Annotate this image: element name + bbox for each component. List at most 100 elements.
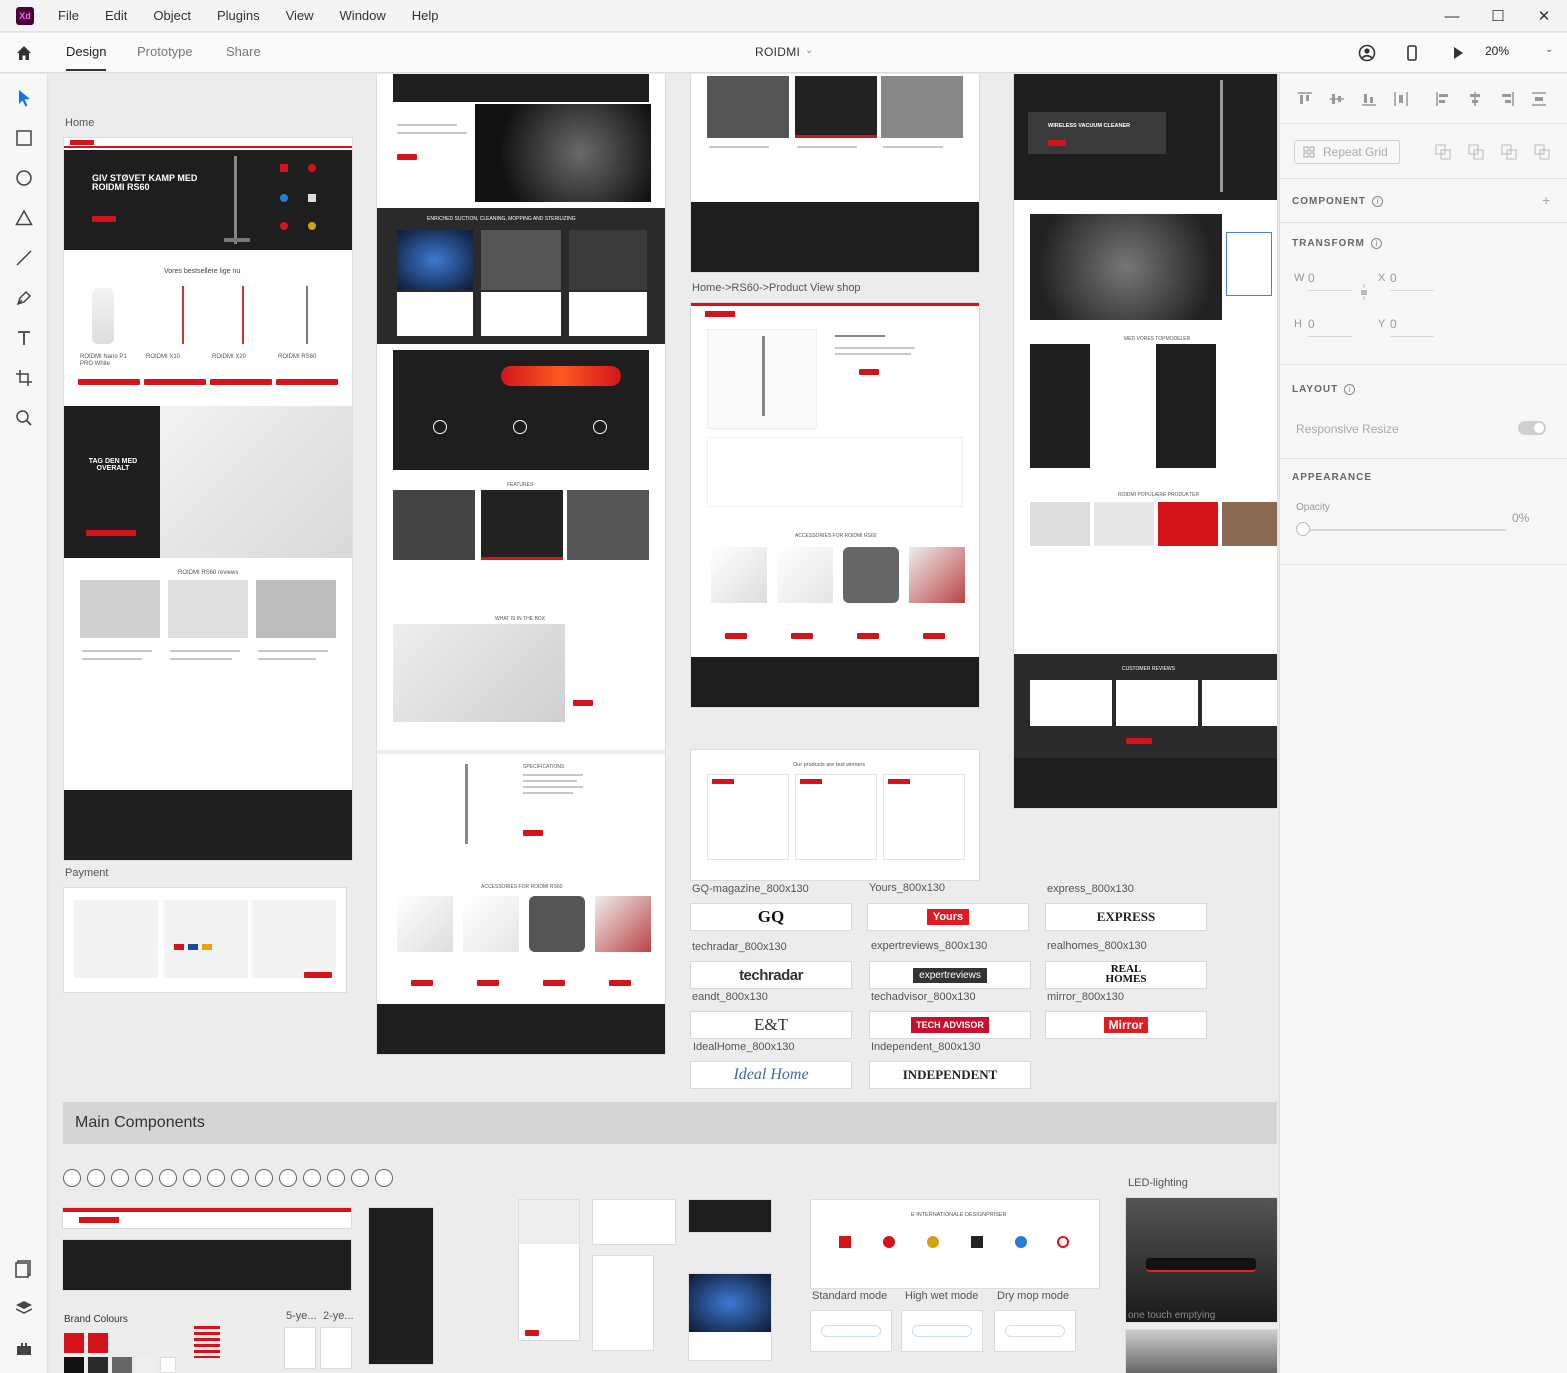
mobile-footer-component[interactable] [369,1208,433,1364]
user-icon[interactable] [1357,43,1377,63]
menu-file[interactable]: File [58,8,79,23]
led-lighting-image[interactable]: one touch emptying [1126,1198,1277,1322]
logo-label[interactable]: Yours_800x130 [869,882,945,894]
mode-label[interactable]: Dry mop mode [997,1290,1069,1302]
align-right-icon[interactable] [1498,90,1516,108]
distribute-horizontal-icon[interactable] [1530,90,1548,108]
feature-icon[interactable] [159,1169,177,1187]
ellipse-tool-icon[interactable] [12,166,36,190]
logo-techradar[interactable]: techradar [691,962,851,988]
colour-swatch-dark[interactable] [88,1357,108,1373]
footer-component[interactable] [63,1240,351,1290]
height-input[interactable]: 0 [1308,317,1315,331]
document-title[interactable]: ROIDMI [755,45,800,59]
feature-icon[interactable] [255,1169,273,1187]
warranty-label[interactable]: 5-ye... [286,1310,317,1322]
feature-icon[interactable] [183,1169,201,1187]
menu-object[interactable]: Object [153,8,191,23]
logo-techadvisor[interactable]: TECH ADVISOR [870,1012,1030,1038]
logo-express[interactable]: EXPRESS [1046,904,1206,930]
logo-eandt[interactable]: E&T [691,1012,851,1038]
mode-high-wet[interactable] [902,1311,982,1351]
feature-icon[interactable] [135,1169,153,1187]
feature-icon[interactable] [375,1169,393,1187]
logo-label[interactable]: techadvisor_800x130 [871,991,976,1003]
line-tool-icon[interactable] [12,246,36,270]
menu-help[interactable]: Help [412,8,439,23]
artboard-homepage-variant[interactable]: WIRELESS VACUUM CLEANER MED VORES TOPMOD… [1014,74,1277,808]
logo-label[interactable]: realhomes_800x130 [1047,940,1147,952]
colour-swatch-red[interactable] [88,1333,108,1353]
mode-label[interactable]: Standard mode [812,1290,887,1302]
plugins-icon[interactable] [12,1336,36,1360]
boolean-exclude-icon[interactable] [1534,144,1550,160]
logo-label[interactable]: expertreviews_800x130 [871,940,987,952]
menu-window[interactable]: Window [340,8,386,23]
artboard-label-payment[interactable]: Payment [65,867,108,879]
logo-idealhome[interactable]: Ideal Home [691,1062,851,1088]
logo-realhomes[interactable]: REAL HOMES [1046,962,1206,988]
chevron-down-icon[interactable]: ⌄ [805,45,813,56]
design-awards-component[interactable]: E INTERNATIONALE DESIGNPRISER [811,1200,1099,1288]
tab-prototype[interactable]: Prototype [137,44,193,59]
artboard-product-gallery[interactable] [691,74,979,272]
feature-icon[interactable] [207,1169,225,1187]
logo-label[interactable]: IdealHome_800x130 [693,1041,795,1053]
gallery-component[interactable] [689,1200,771,1232]
colour-swatch-grey[interactable] [112,1357,132,1373]
zoom-level[interactable]: 20% [1485,44,1509,58]
warranty-badge[interactable] [285,1328,315,1368]
info-icon[interactable]: i [1372,196,1383,207]
menu-plugins[interactable]: Plugins [217,8,260,23]
menu-edit[interactable]: Edit [105,8,127,23]
align-center-icon[interactable] [1466,90,1484,108]
colour-swatch-black[interactable] [64,1357,84,1373]
boolean-subtract-icon[interactable] [1468,144,1484,160]
opacity-slider-handle[interactable] [1296,522,1310,536]
rating-bars-component[interactable] [194,1326,220,1358]
artboard-label-home[interactable]: Home [65,117,94,129]
design-canvas[interactable]: Home GIV STØVET KAMP MED ROIDMI RS60 Vor… [49,74,1278,1373]
colour-swatch-light[interactable] [136,1357,156,1373]
responsive-resize-toggle[interactable] [1518,421,1546,435]
colour-swatch-red[interactable] [64,1333,84,1353]
info-icon[interactable]: i [1344,384,1356,395]
zoom-tool-icon[interactable] [12,406,36,430]
align-left-icon[interactable] [1434,90,1452,108]
zoom-chevron-icon[interactable]: ⌄ [1545,44,1553,55]
device-preview-icon[interactable] [1402,43,1422,63]
logo-label[interactable]: techradar_800x130 [692,941,787,953]
opacity-value[interactable]: 0% [1512,511,1529,525]
play-icon[interactable] [1448,43,1468,63]
logo-mirror[interactable]: Mirror [1046,1012,1206,1038]
opacity-slider-track[interactable] [1300,529,1506,531]
artboard-tool-icon[interactable] [12,366,36,390]
maximize-button[interactable]: ☐ [1475,0,1521,32]
feature-card-component[interactable] [689,1274,771,1360]
feature-icon[interactable] [63,1169,81,1187]
feature-icon[interactable] [87,1169,105,1187]
accessory-card-component[interactable] [593,1256,653,1350]
main-components-section[interactable]: Main Components [63,1102,1277,1144]
boolean-add-icon[interactable] [1435,144,1451,160]
led-label[interactable]: LED-lighting [1128,1177,1188,1189]
logo-label[interactable]: eandt_800x130 [692,991,768,1003]
logo-label[interactable]: Independent_800x130 [871,1041,981,1053]
artboard-home[interactable]: GIV STØVET KAMP MED ROIDMI RS60 Vores be… [64,138,352,860]
x-input[interactable]: 0 [1390,271,1397,285]
feature-icon[interactable] [303,1169,321,1187]
polygon-tool-icon[interactable] [12,206,36,230]
distribute-vertical-icon[interactable] [1392,90,1410,108]
colour-swatch-white[interactable] [160,1357,176,1373]
feature-icon[interactable] [111,1169,129,1187]
logo-label[interactable]: mirror_800x130 [1047,991,1124,1003]
rectangle-tool-icon[interactable] [12,126,36,150]
boolean-intersect-icon[interactable] [1501,144,1517,160]
layers-icon[interactable] [12,1296,36,1320]
tab-share[interactable]: Share [226,44,261,59]
feature-icon[interactable] [231,1169,249,1187]
lock-aspect-icon[interactable] [1358,282,1370,302]
brand-colours-label[interactable]: Brand Colours [64,1314,128,1325]
info-icon[interactable]: i [1370,238,1382,249]
assets-icon[interactable] [12,1256,36,1280]
